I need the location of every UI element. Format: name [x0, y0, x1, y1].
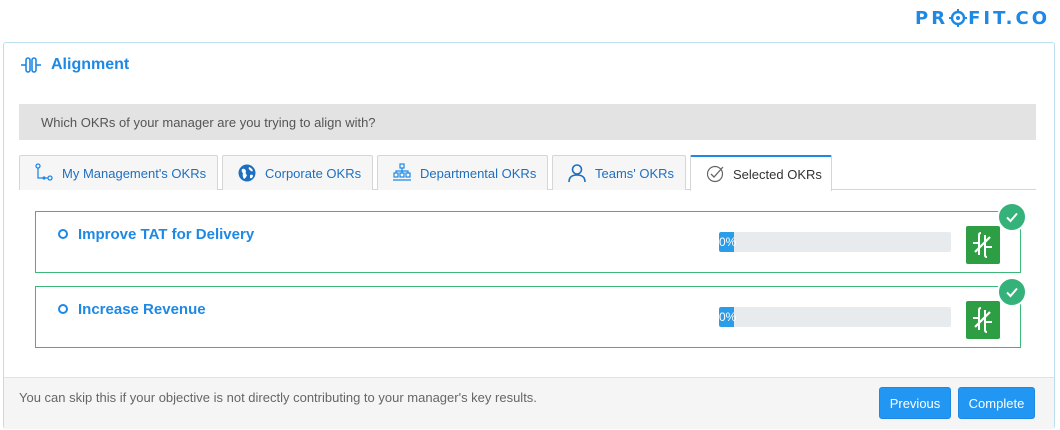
tab-label: My Management's OKRs — [62, 165, 207, 181]
okr-card: Improve TAT for Delivery 0% — [35, 202, 1027, 273]
objective-bullet-icon — [58, 229, 68, 239]
hierarchy-nodes-icon — [34, 163, 54, 183]
selected-check-icon — [997, 202, 1027, 232]
tab-teams-okrs[interactable]: Teams' OKRs — [552, 155, 686, 190]
tab-departmental-okrs[interactable]: Departmental OKRs — [377, 155, 548, 190]
alignment-panel: Alignment Which OKRs of your manager are… — [3, 42, 1055, 429]
skip-hint: You can skip this if your objective is n… — [19, 390, 537, 405]
brand-target-icon — [949, 9, 968, 27]
tab-my-managements-okrs[interactable]: My Management's OKRs — [19, 155, 218, 190]
check-circle-icon — [705, 164, 725, 184]
user-icon — [567, 163, 587, 183]
tab-label: Selected OKRs — [733, 166, 822, 182]
align-okr-button[interactable] — [966, 301, 1000, 339]
tab-label: Departmental OKRs — [420, 165, 537, 181]
alignment-link-icon — [973, 232, 992, 258]
progress-label: 0% — [719, 235, 737, 249]
tab-selected-okrs[interactable]: Selected OKRs — [690, 155, 832, 191]
okr-progress-bar: 0% — [719, 307, 951, 327]
globe-icon — [237, 163, 257, 183]
alignment-link-icon — [973, 307, 992, 333]
page-title: Alignment — [51, 56, 130, 73]
selected-check-icon — [997, 277, 1027, 307]
brand-text-end: FIT.CO — [968, 7, 1050, 29]
panel-header: Alignment — [20, 54, 129, 76]
tab-corporate-okrs[interactable]: Corporate OKRs — [222, 155, 373, 190]
tab-label: Teams' OKRs — [595, 165, 675, 181]
complete-button[interactable]: Complete — [958, 387, 1035, 419]
okr-title[interactable]: Improve TAT for Delivery — [78, 226, 254, 243]
okr-source-tabs: My Management's OKRs Corporate OKRs Depa… — [19, 155, 1036, 191]
alignment-question: Which OKRs of your manager are you tryin… — [19, 104, 1036, 140]
objective-bullet-icon — [58, 304, 68, 314]
okr-card: Increase Revenue 0% — [35, 277, 1027, 348]
brand-logo: PR FIT.CO — [915, 6, 1050, 30]
okr-title[interactable]: Increase Revenue — [78, 301, 206, 318]
org-chart-icon — [392, 163, 412, 183]
okr-progress-bar: 0% — [719, 232, 951, 252]
previous-button[interactable]: Previous — [879, 387, 951, 419]
panel-footer: You can skip this if your objective is n… — [4, 377, 1054, 429]
progress-label: 0% — [719, 310, 737, 324]
tab-label: Corporate OKRs — [265, 165, 362, 181]
brand-text-start: PR — [915, 7, 949, 29]
align-okr-button[interactable] — [966, 226, 1000, 264]
alignment-icon — [21, 57, 41, 73]
